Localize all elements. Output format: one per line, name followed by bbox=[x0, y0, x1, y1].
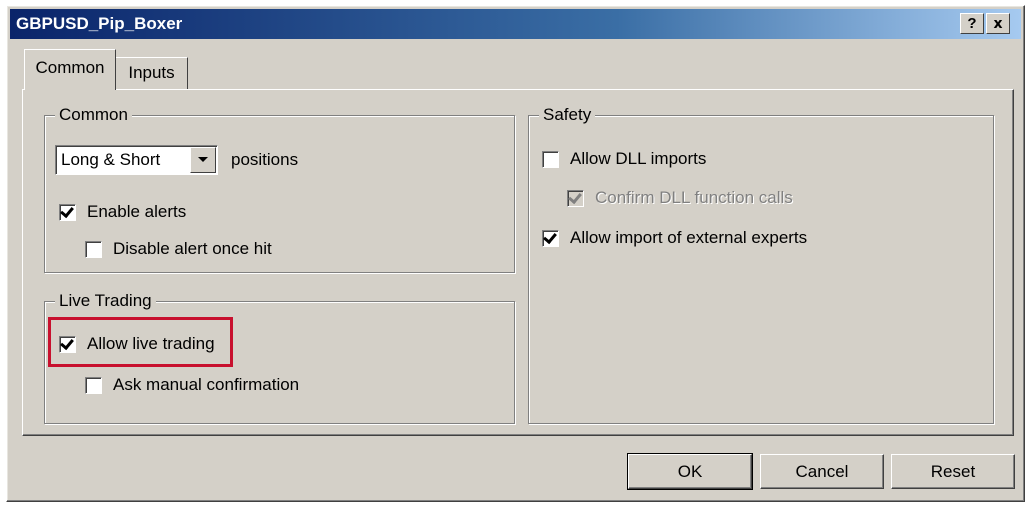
confirm-dll-function-calls-checkbox bbox=[567, 189, 584, 207]
allow-import-external-experts-label: Allow import of external experts bbox=[570, 228, 808, 247]
ok-button[interactable]: OK bbox=[627, 453, 753, 490]
close-icon: x bbox=[993, 16, 1003, 32]
disable-alert-once-hit-label: Disable alert once hit bbox=[113, 239, 272, 258]
positions-select-value: Long & Short bbox=[61, 150, 161, 169]
enable-alerts-checkbox-row[interactable]: Enable alerts bbox=[59, 200, 186, 224]
window-title: GBPUSD_Pip_Boxer bbox=[16, 14, 183, 33]
enable-alerts-checkbox[interactable] bbox=[59, 203, 76, 221]
safety-group-title: Safety bbox=[539, 104, 596, 126]
positions-label: positions bbox=[231, 150, 299, 169]
allow-import-external-experts-checkbox-row[interactable]: Allow import of external experts bbox=[542, 226, 807, 250]
close-button[interactable]: x bbox=[986, 13, 1010, 34]
allow-dll-imports-checkbox[interactable] bbox=[542, 150, 559, 168]
title-bar[interactable]: GBPUSD_Pip_Boxer ? x bbox=[10, 9, 1021, 39]
safety-groupbox: Safety Allow DLL imports Confirm DLL fun… bbox=[528, 104, 994, 424]
tab-inputs-label: Inputs bbox=[128, 63, 175, 82]
help-button[interactable]: ? bbox=[960, 13, 984, 34]
tab-inputs[interactable]: Inputs bbox=[116, 57, 188, 90]
ask-manual-confirmation-label: Ask manual confirmation bbox=[113, 375, 300, 394]
positions-select[interactable]: Long & Short bbox=[55, 145, 218, 175]
ask-manual-confirmation-checkbox[interactable] bbox=[85, 376, 102, 394]
ask-manual-confirmation-checkbox-row[interactable]: Ask manual confirmation bbox=[85, 373, 299, 397]
chevron-down-icon[interactable] bbox=[190, 147, 216, 173]
enable-alerts-label: Enable alerts bbox=[87, 202, 187, 221]
tab-panel-common: Common Long & Short positions Enable ale… bbox=[22, 89, 1014, 436]
disable-alert-once-hit-checkbox[interactable] bbox=[85, 240, 102, 258]
help-icon: ? bbox=[967, 15, 977, 32]
common-group-title: Common bbox=[55, 104, 132, 126]
highlight-annotation-box bbox=[48, 317, 233, 367]
live-trading-group-title: Live Trading bbox=[55, 290, 156, 312]
tab-common-label: Common bbox=[35, 58, 105, 77]
allow-dll-imports-label: Allow DLL imports bbox=[570, 149, 707, 168]
reset-button[interactable]: Reset bbox=[891, 454, 1015, 489]
confirm-dll-function-calls-checkbox-row: Confirm DLL function calls bbox=[567, 186, 793, 210]
confirm-dll-function-calls-label: Confirm DLL function calls bbox=[595, 188, 793, 207]
allow-dll-imports-checkbox-row[interactable]: Allow DLL imports bbox=[542, 147, 706, 171]
cancel-button[interactable]: Cancel bbox=[760, 454, 884, 489]
allow-import-external-experts-checkbox[interactable] bbox=[542, 229, 559, 247]
tab-common[interactable]: Common bbox=[24, 49, 116, 90]
disable-alert-once-hit-checkbox-row[interactable]: Disable alert once hit bbox=[85, 237, 272, 261]
common-groupbox: Common Long & Short positions Enable ale… bbox=[44, 104, 515, 273]
